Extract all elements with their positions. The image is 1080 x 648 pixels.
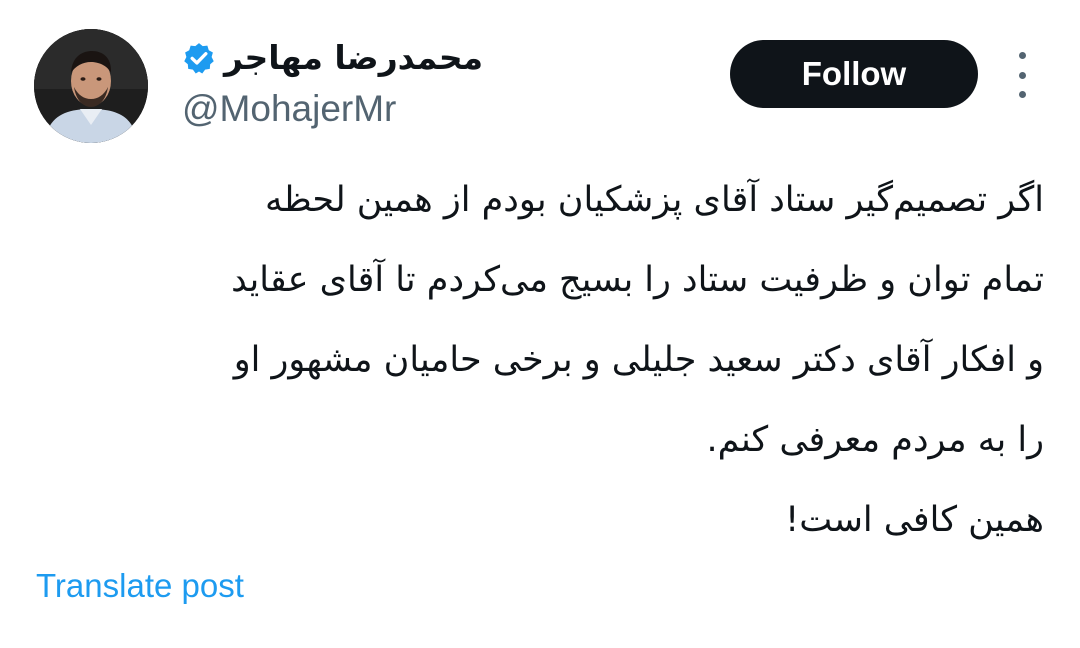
avatar[interactable] (34, 29, 148, 143)
tweet-line: همین کافی است! (785, 500, 1044, 540)
verified-badge-icon (182, 41, 216, 75)
more-dot (1018, 52, 1026, 59)
avatar-image (34, 29, 148, 143)
more-dot (1018, 91, 1026, 98)
translate-post-link[interactable]: Translate post (36, 566, 244, 606)
tweet-line: را به مردم معرفی کنم. (706, 420, 1044, 460)
tweet-line: اگر تصمیم‌گیر ستاد آقای پزشکیان بودم از … (264, 180, 1044, 220)
follow-button[interactable]: Follow (730, 40, 978, 108)
more-dot (1018, 71, 1026, 79)
tweet-text: اگر تصمیم‌گیر ستاد آقای پزشکیان بودم از … (34, 160, 1044, 560)
tweet-line: تمام توان و ظرفیت ستاد را بسیج می‌کردم ت… (231, 260, 1044, 300)
author-display-name[interactable]: محمدرضا مهاجر (224, 38, 483, 78)
tweet-line: و افکار آقای دکتر سعید جلیلی و برخی حامی… (233, 340, 1044, 380)
author-name-row: محمدرضا مهاجر (182, 38, 483, 78)
more-vertical-icon[interactable] (1010, 52, 1034, 98)
author-handle[interactable]: @MohajerMr (182, 86, 396, 132)
